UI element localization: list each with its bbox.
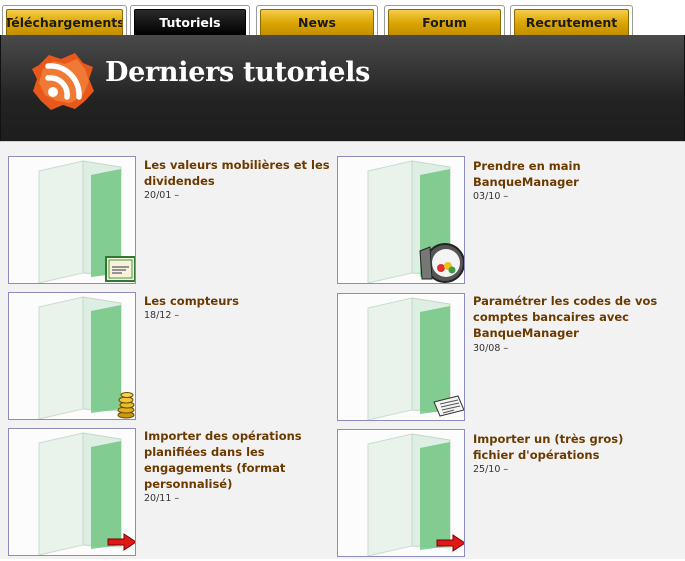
- tab-forum[interactable]: Forum: [384, 5, 505, 36]
- tutorial-card[interactable]: Les valeurs mobilières et les dividendes…: [0, 156, 330, 288]
- coins-icon: [117, 392, 135, 419]
- tab-bar: Téléchargements Tutoriels News Forum Rec…: [0, 0, 685, 36]
- tutorial-grid: Les valeurs mobilières et les dividendes…: [0, 141, 685, 559]
- tab-recrutement[interactable]: Recrutement: [510, 5, 633, 36]
- tutorial-title[interactable]: Importer des opérations planifiées dans …: [144, 428, 334, 492]
- page-header: Derniers tutoriels: [0, 35, 685, 141]
- tutorial-card[interactable]: Les compteurs 18/12 –: [0, 292, 329, 424]
- safe-icon: [419, 243, 464, 283]
- tutorial-date: 18/12 –: [144, 310, 180, 321]
- arrow-right-icon: [107, 533, 135, 551]
- newspaper-icon: [433, 395, 464, 417]
- tutorial-thumbnail[interactable]: [337, 429, 465, 557]
- tutorial-date: 20/01 –: [144, 190, 180, 201]
- tutorial-title[interactable]: Prendre en main BanqueManager: [473, 158, 663, 190]
- rss-icon[interactable]: [31, 51, 95, 111]
- tab-label: Recrutement: [514, 9, 629, 36]
- tab-tutoriels[interactable]: Tutoriels: [130, 5, 250, 36]
- tutorial-thumbnail[interactable]: [337, 293, 465, 421]
- tutorial-date: 30/08 –: [473, 343, 509, 354]
- certificate-icon: [105, 256, 135, 282]
- tutorial-title[interactable]: Paramétrer les codes de vos comptes banc…: [473, 293, 663, 341]
- tab-label: News: [260, 9, 374, 36]
- tutorial-title[interactable]: Importer un (très gros) fichier d'opérat…: [473, 431, 663, 463]
- tab-label: Téléchargements: [6, 9, 123, 36]
- tutorial-date: 20/11 –: [144, 493, 180, 504]
- page-title: Derniers tutoriels: [105, 57, 371, 88]
- tab-telechargements[interactable]: Téléchargements: [2, 5, 127, 36]
- tab-news[interactable]: News: [256, 5, 378, 36]
- tutorial-date: 03/10 –: [473, 191, 509, 202]
- tutorial-title[interactable]: Les compteurs: [144, 293, 334, 309]
- tutorial-thumbnail[interactable]: [8, 428, 136, 556]
- tutorial-card[interactable]: Importer des opérations planifiées dans …: [0, 428, 329, 560]
- tutorial-thumbnail[interactable]: [8, 156, 136, 284]
- tutorial-card[interactable]: Paramétrer les codes de vos comptes banc…: [329, 293, 658, 425]
- tutorial-title[interactable]: Les valeurs mobilières et les dividendes: [144, 157, 334, 189]
- tutorial-card[interactable]: Importer un (très gros) fichier d'opérat…: [329, 429, 658, 561]
- tutorial-card[interactable]: Prendre en main BanqueManager 03/10 –: [329, 156, 658, 288]
- tutorial-thumbnail[interactable]: [337, 156, 465, 284]
- tab-label: Forum: [388, 9, 501, 36]
- tab-label: Tutoriels: [134, 9, 246, 36]
- arrow-right-icon: [436, 534, 464, 552]
- tutorial-thumbnail[interactable]: [8, 292, 136, 420]
- tutorial-date: 25/10 –: [473, 464, 509, 475]
